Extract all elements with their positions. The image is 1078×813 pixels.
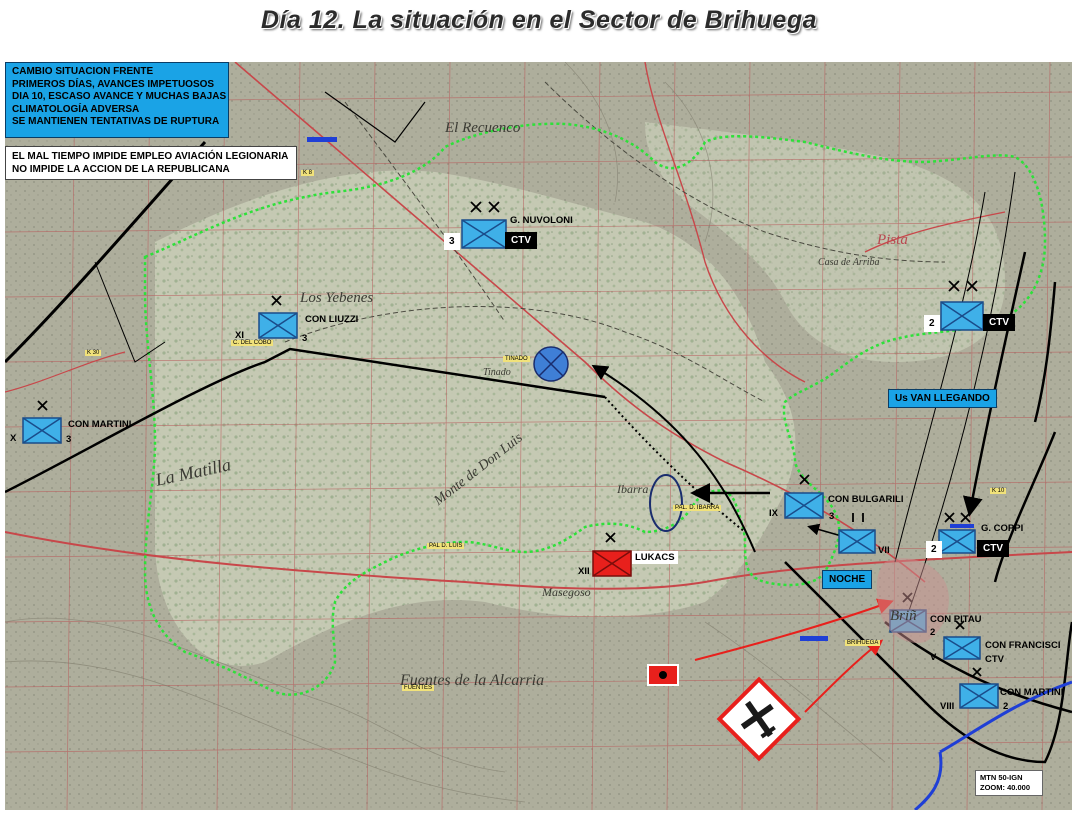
- unit-symbol-martini-w: [22, 417, 62, 444]
- label-k8: K 8: [301, 170, 315, 176]
- unit-roman-martini-w: X: [10, 433, 17, 444]
- unit-name-liuzzi: CON LIUZZI: [305, 314, 359, 325]
- unit-num-ctv-ne: 2: [924, 315, 940, 332]
- enemy-flag-icon: [647, 664, 679, 686]
- place-casa-arriba: Casa de Arriba: [818, 257, 880, 268]
- info-line: PRIMEROS DÍAS, AVANCES IMPETUOSOS: [12, 78, 215, 90]
- weather-line: EL MAL TIEMPO IMPIDE EMPLEO AVIACIÓN LEG…: [12, 151, 289, 162]
- blue-bar-s: [800, 636, 828, 641]
- situation-change-box: CAMBIO SITUACION FRENTE PRIMEROS DÍAS, A…: [5, 62, 229, 138]
- unit-num-pitau: 2: [930, 627, 936, 638]
- unit-name-nuvoloni: G. NUVOLONI: [510, 215, 573, 226]
- unit-symbol-nuvoloni: [461, 219, 507, 249]
- unit-name-pitau: CON PITAU: [930, 614, 982, 625]
- blue-bar-n: [307, 137, 337, 142]
- unit-symbol-vii: [838, 529, 876, 554]
- label-k30: K 30: [85, 350, 102, 356]
- unit-name-martini-se: CON MARTINI: [1000, 687, 1064, 698]
- place-pista: Pista: [877, 232, 908, 248]
- unit-symbol-ctv-ne: [940, 301, 984, 331]
- weather-line: NO IMPIDE LA ACCION DE LA REPUBLICANA: [12, 164, 230, 175]
- info-line: SE MANTIENEN TENTATIVAS DE RUPTURA: [12, 116, 220, 127]
- unit-name-coppi: G. COPPI: [981, 523, 1024, 534]
- unit-roman-bulgarili: IX: [769, 508, 778, 519]
- label-fuentes: FUENTES: [402, 685, 435, 691]
- label-pal-ibarra: PAL. D. IBARRA: [673, 505, 722, 511]
- blue-bar-e: [950, 524, 974, 528]
- unit-name-martini-w: CON MARTINI: [68, 419, 132, 430]
- unit-num-martini-se: 2: [1003, 701, 1009, 712]
- place-tinado: Tinado: [483, 367, 511, 378]
- label-tinado: TINADO: [503, 356, 530, 362]
- info-line: DIA 10, ESCASO AVANCE Y MUCHAS BAJAS: [12, 91, 227, 102]
- place-ibarra: Ibarra: [617, 482, 649, 496]
- night-tag: NOCHE: [822, 570, 873, 589]
- unit-num-liuzzi: 3: [302, 333, 308, 344]
- unit-roman-vii: VII: [878, 545, 890, 556]
- unit-num-bulgarili: 3: [829, 511, 835, 522]
- unit-symbol-martini-se: [959, 683, 999, 709]
- unit-symbol-bulgarili: [784, 492, 824, 519]
- unit-tag-francisci: CTV: [985, 654, 1004, 665]
- place-brihuega: Briñ: [890, 608, 917, 624]
- map-title: Día 12. La situación en el Sector de Bri…: [261, 6, 817, 34]
- place-recuenco: El Recuenco: [445, 120, 521, 136]
- weather-box: EL MAL TIEMPO IMPIDE EMPLEO AVIACIÓN LEG…: [5, 146, 297, 180]
- map-source-box: MTN 50-IGN ZOOM: 40.000: [975, 770, 1043, 796]
- unit-roman-liuzzi: XI: [235, 330, 244, 341]
- map-source-name: MTN 50-IGN: [980, 773, 1023, 782]
- reinforcements-arriving-tag: Us VAN LLEGANDO: [888, 389, 997, 408]
- info-line: CLIMATOLOGÍA ADVERSA: [12, 103, 140, 115]
- unit-name-lukacs: LUKACS: [632, 551, 678, 564]
- circle-reserve-icon: [533, 346, 569, 382]
- unit-roman-lukacs: XII: [578, 566, 590, 577]
- label-k10: K 10: [990, 488, 1007, 494]
- unit-name-bulgarili: CON BULGARILI: [828, 494, 904, 505]
- unit-tag-nuvoloni: CTV: [505, 232, 537, 249]
- unit-name-francisci: CON FRANCISCI: [985, 640, 1061, 651]
- unit-symbol-coppi: [938, 529, 976, 554]
- info-line: CAMBIO SITUACION FRENTE: [12, 66, 154, 77]
- unit-roman-martini-se: VIII: [940, 701, 955, 712]
- place-yebenes: Los Yebenes: [300, 290, 374, 306]
- unit-symbol-liuzzi: [258, 312, 298, 339]
- unit-num-martini-w: 3: [66, 434, 72, 445]
- unit-symbol-lukacs: [592, 550, 632, 577]
- label-brihuega: BRIHUEGA: [845, 640, 881, 646]
- unit-symbol-francisci: [943, 636, 981, 660]
- unit-num-nuvoloni: 3: [444, 233, 460, 250]
- place-masegoso: Masegoso: [542, 585, 591, 599]
- unit-num-coppi: 2: [926, 541, 942, 558]
- map-source-zoom: ZOOM: 40.000: [980, 783, 1031, 792]
- unit-tag-ctv-ne: CTV: [983, 314, 1015, 331]
- label-pal-luis: PAL D. LUIS: [427, 543, 465, 549]
- unit-roman-francisci: V: [930, 652, 937, 663]
- unit-tag-coppi: CTV: [977, 540, 1009, 557]
